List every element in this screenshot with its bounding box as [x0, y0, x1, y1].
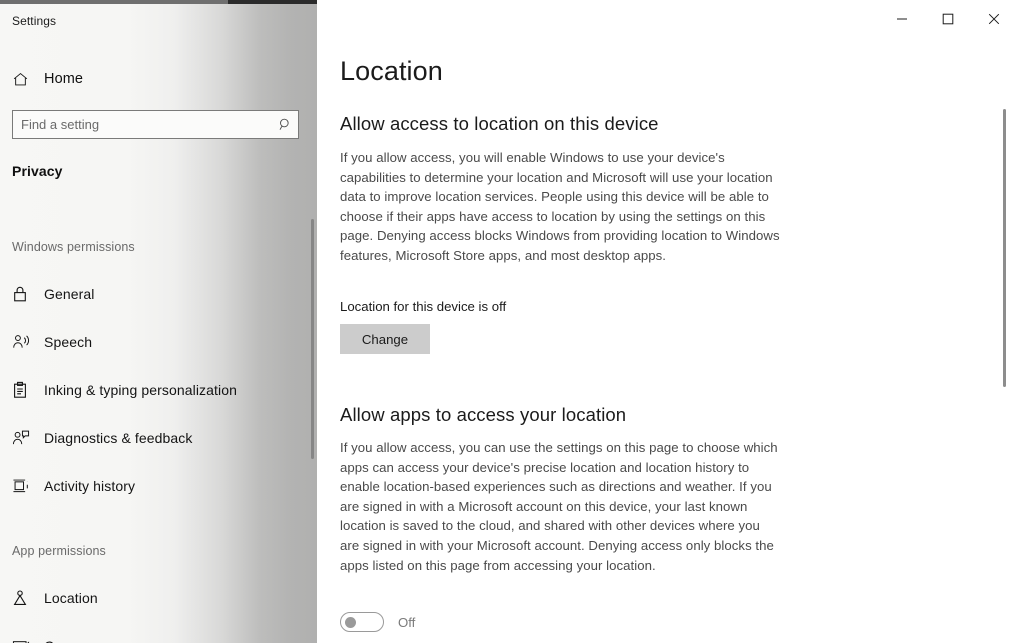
sidebar-group-windows-permissions: Windows permissions — [12, 240, 135, 254]
minimize-button[interactable] — [879, 4, 925, 34]
search-icon — [272, 117, 298, 132]
sidebar-item-location-label: Location — [44, 590, 98, 606]
sidebar-item-speech-label: Speech — [44, 334, 93, 350]
change-button[interactable]: Change — [340, 324, 430, 354]
sidebar-item-camera-label: Camera — [44, 638, 94, 643]
maximize-button[interactable] — [925, 4, 971, 34]
section-heading-apps-access: Allow apps to access your location — [340, 404, 627, 425]
app-title: Settings — [12, 14, 57, 28]
sidebar-scrollbar-thumb[interactable] — [311, 219, 314, 459]
person-feedback-icon — [12, 426, 38, 450]
navigation-pane: Settings Home Privacy Windows permission… — [0, 4, 317, 643]
window-caption-buttons — [879, 4, 1017, 34]
sidebar-item-home-label: Home — [44, 71, 84, 87]
settings-window: Settings Home Privacy Windows permission… — [0, 0, 1017, 643]
content-scrollbar-thumb[interactable] — [1003, 109, 1006, 387]
apps-location-toggle-row: Off — [340, 612, 415, 632]
sidebar-group-app-permissions: App permissions — [12, 544, 106, 558]
section-body-apps-access: If you allow access, you can use the set… — [340, 440, 778, 573]
sidebar-item-general[interactable]: General — [0, 277, 295, 311]
home-icon — [12, 71, 38, 88]
search-box[interactable] — [12, 110, 299, 139]
section-body-device-access: If you allow access, you will enable Win… — [340, 150, 780, 263]
location-status-text: Location for this device is off — [340, 299, 507, 314]
lock-icon — [12, 282, 38, 306]
toggle-knob — [345, 617, 356, 628]
camera-icon — [12, 634, 38, 643]
apps-location-toggle[interactable] — [340, 612, 384, 632]
sidebar-item-camera[interactable]: Camera — [0, 629, 295, 643]
sidebar-item-inking-typing-label: Inking & typing personalization — [44, 382, 237, 398]
sidebar-item-general-label: General — [44, 286, 95, 302]
clipboard-pen-icon — [12, 378, 38, 402]
sidebar-item-inking-typing[interactable]: Inking & typing personalization — [0, 373, 295, 407]
section-heading-device-access: Allow access to location on this device — [340, 113, 659, 134]
sidebar-item-diagnostics-feedback[interactable]: Diagnostics & feedback — [0, 421, 295, 455]
sidebar-item-activity-history-label: Activity history — [44, 478, 136, 494]
sidebar-item-activity-history[interactable]: Activity history — [0, 469, 295, 503]
search-input[interactable] — [13, 117, 272, 132]
location-pin-icon — [12, 586, 38, 610]
sidebar-item-location[interactable]: Location — [0, 581, 295, 615]
content-pane: Location Allow access to location on thi… — [317, 4, 1017, 643]
speech-person-icon — [12, 330, 38, 354]
sidebar-item-diagnostics-feedback-label: Diagnostics & feedback — [44, 430, 193, 446]
close-button[interactable] — [971, 4, 1017, 34]
sidebar-item-home[interactable]: Home — [0, 62, 290, 96]
sidebar-item-speech[interactable]: Speech — [0, 325, 295, 359]
activity-history-icon — [12, 474, 38, 498]
sidebar-section-title: Privacy — [12, 163, 63, 179]
page-title: Location — [340, 56, 443, 86]
apps-location-toggle-state: Off — [398, 614, 416, 630]
